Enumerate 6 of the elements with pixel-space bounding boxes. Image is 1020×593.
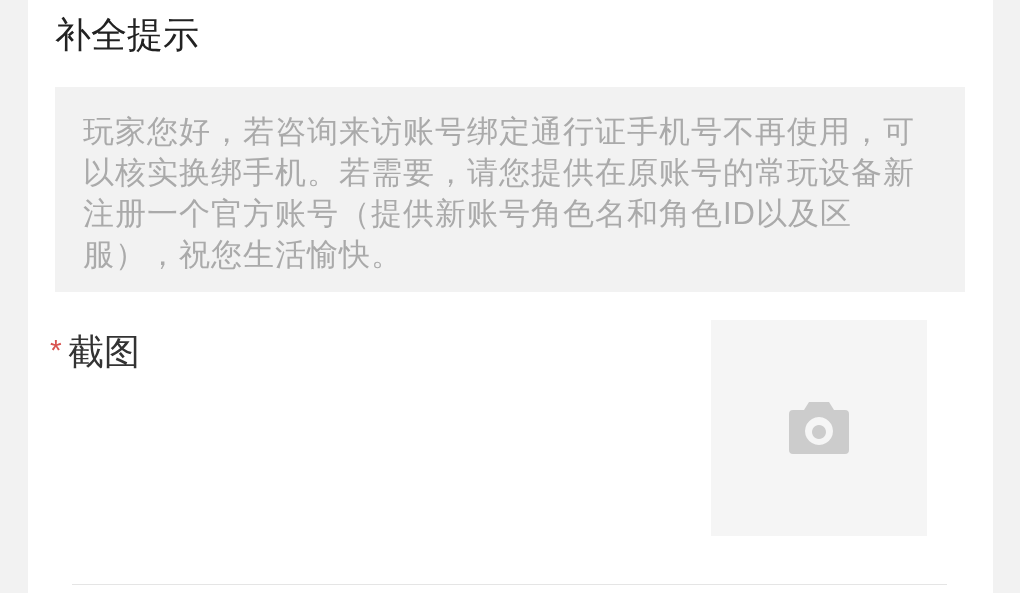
required-mark: * xyxy=(50,332,62,368)
screenshot-label: 截图 xyxy=(67,330,140,374)
hint-text: 玩家您好，若咨询来访账号绑定通行证手机号不再使用，可以核实换绑手机。若需要，请您提供在原账号的常玩设备新注册一个官方账号（提供新账号角色名和角色ID以及区服），祝您生活愉快。 xyxy=(83,113,916,274)
camera-icon xyxy=(789,402,849,454)
upload-button[interactable] xyxy=(711,320,927,536)
section-title: 补全提示 xyxy=(55,13,199,57)
